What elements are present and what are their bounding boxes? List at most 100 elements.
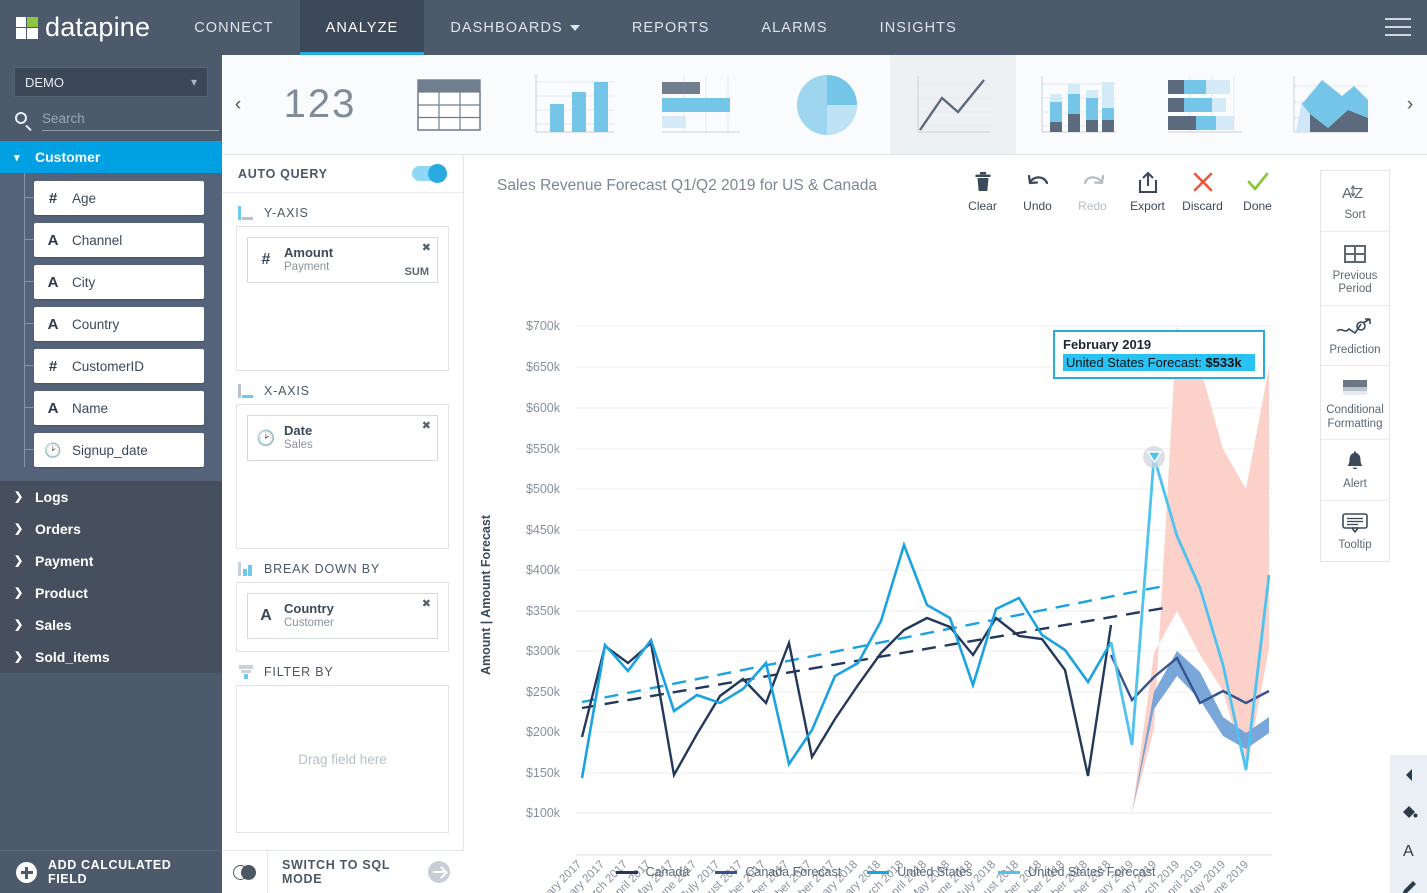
bar-chart-type[interactable] <box>638 55 764 154</box>
nav-reports[interactable]: REPORTS <box>606 0 736 55</box>
stacked-bar-chart-type[interactable] <box>1142 55 1268 154</box>
sidebar-group-product[interactable]: ❯ Product <box>0 577 222 609</box>
collapse-panel-icon[interactable] <box>1401 767 1417 788</box>
nav-dashboards-label: DASHBOARDS <box>450 19 563 36</box>
sidebar-group-sales[interactable]: ❯ Sales <box>0 609 222 641</box>
chevron-down-icon: ▾ <box>190 75 197 89</box>
svg-text:$600k: $600k <box>526 401 561 415</box>
undo-button[interactable]: Undo <box>1010 167 1065 213</box>
legend-item-united-states[interactable]: United States <box>867 865 972 879</box>
break-down-dropzone[interactable]: A Country Customer ✖ <box>236 582 449 652</box>
export-button[interactable]: Export <box>1120 167 1175 213</box>
chevron-right-icon: ❯ <box>14 491 24 503</box>
chip-date[interactable]: 🕑 Date Sales ✖ <box>247 415 438 461</box>
sort-tool[interactable]: A Z Sort <box>1321 171 1389 232</box>
svg-text:$100k: $100k <box>526 806 561 820</box>
legend-swatch <box>615 870 638 874</box>
auto-query-row: AUTO QUERY <box>222 155 463 193</box>
field-city[interactable]: A City <box>24 265 204 299</box>
pie-chart-type[interactable] <box>764 55 890 154</box>
join-mode-icon[interactable] <box>222 851 268 893</box>
chevron-down-icon <box>569 24 580 31</box>
undo-icon <box>1010 167 1065 197</box>
legend-swatch <box>867 870 890 874</box>
sort-az-icon: A Z <box>1323 180 1387 206</box>
svg-text:$550k: $550k <box>526 442 561 456</box>
hamburger-icon[interactable] <box>1385 18 1411 42</box>
tooltip-tool-label: Tooltip <box>1338 538 1372 551</box>
legend-item-canada[interactable]: Canada <box>615 865 689 879</box>
chevron-right-icon: ❯ <box>14 651 24 663</box>
sidebar-group-label: Orders <box>35 520 81 537</box>
nav-insights[interactable]: INSIGHTS <box>854 0 983 55</box>
nav-connect[interactable]: CONNECT <box>168 0 299 55</box>
table-chart-type[interactable] <box>386 55 512 154</box>
nav-dashboards[interactable]: DASHBOARDS <box>424 0 606 55</box>
table-icon <box>417 78 481 131</box>
sidebar-group-customer[interactable]: ▾ Customer <box>0 141 222 173</box>
x-axis-dropzone[interactable]: 🕑 Date Sales ✖ <box>236 404 449 549</box>
nav-analyze[interactable]: ANALYZE <box>299 0 425 55</box>
legend-item-united-states-forecast[interactable]: United States Forecast <box>998 865 1155 879</box>
switch-to-sql-mode-button[interactable]: SWITCH TO SQL MODE <box>268 858 428 886</box>
field-country[interactable]: A Country <box>24 307 204 341</box>
legend-item-canada-forecast[interactable]: Canada Forecast <box>715 865 841 879</box>
y-axis-dropzone[interactable]: # Amount Payment SUM ✖ <box>236 226 449 371</box>
sidebar-group-orders[interactable]: ❯ Orders <box>0 513 222 545</box>
field-age[interactable]: # Age <box>24 181 204 215</box>
arrow-right-icon[interactable] <box>428 861 450 883</box>
pencil-icon[interactable] <box>1400 879 1418 893</box>
database-selector[interactable]: DEMO ▾ <box>14 67 208 97</box>
fill-bucket-icon[interactable] <box>1400 803 1418 826</box>
text-format-icon[interactable]: A <box>1400 841 1418 864</box>
query-panel: AUTO QUERY Y-AXIS # Amount Payment SUM ✖… <box>222 155 464 850</box>
field-signup-date[interactable]: 🕑 Signup_date <box>24 433 204 467</box>
done-label: Done <box>1243 199 1272 213</box>
legend-label: United States <box>897 865 973 879</box>
line-chart-icon <box>917 75 990 132</box>
legend-swatch <box>998 870 1021 874</box>
chart-type-toolbar: ‹ 123 › <box>222 55 1427 155</box>
tooltip-series-label: United States Forecast: <box>1066 355 1206 370</box>
clock-icon: 🕑 <box>256 430 276 447</box>
field-customerid[interactable]: # CustomerID <box>24 349 204 383</box>
chip-country[interactable]: A Country Customer ✖ <box>247 593 438 639</box>
chart-title[interactable]: Sales Revenue Forecast Q1/Q2 2019 for US… <box>497 177 877 195</box>
number-chart-type[interactable]: 123 <box>254 55 386 154</box>
previous-period-tool[interactable]: Previous Period <box>1321 232 1389 306</box>
add-calculated-field-button[interactable]: ADD CALCULATED FIELD <box>0 850 222 893</box>
area-chart-type[interactable] <box>1268 55 1394 154</box>
auto-query-toggle[interactable] <box>412 164 447 183</box>
sidebar-group-sold-items[interactable]: ❯ Sold_items <box>0 641 222 673</box>
close-icon[interactable]: ✖ <box>422 419 431 432</box>
bell-icon <box>1323 449 1387 475</box>
chevron-right-icon[interactable]: › <box>1394 55 1426 154</box>
chip-amount[interactable]: # Amount Payment SUM ✖ <box>247 237 438 283</box>
redo-button[interactable]: Redo <box>1065 167 1120 213</box>
stacked-column-chart-type[interactable] <box>1016 55 1142 154</box>
field-name[interactable]: A Name <box>24 391 204 425</box>
alert-tool[interactable]: Alert <box>1321 440 1389 501</box>
sidebar-group-payment[interactable]: ❯ Payment <box>0 545 222 577</box>
prediction-tool[interactable]: Prediction <box>1321 306 1389 367</box>
nav-alarms[interactable]: ALARMS <box>735 0 853 55</box>
close-icon[interactable]: ✖ <box>422 241 431 254</box>
search-input[interactable] <box>42 109 219 131</box>
tooltip-tool[interactable]: Tooltip <box>1321 501 1389 561</box>
undo-label: Undo <box>1023 199 1052 213</box>
done-button[interactable]: Done <box>1230 167 1285 213</box>
redo-icon <box>1065 167 1120 197</box>
chevron-left-icon[interactable]: ‹ <box>222 55 254 154</box>
line-chart-type[interactable] <box>890 55 1016 154</box>
column-chart-type[interactable] <box>512 55 638 154</box>
filter-by-dropzone[interactable]: Drag field here <box>236 685 449 833</box>
discard-button[interactable]: Discard <box>1175 167 1230 213</box>
sidebar-group-logs[interactable]: ❯ Logs <box>0 481 222 513</box>
export-icon <box>1120 167 1175 197</box>
field-channel[interactable]: A Channel <box>24 223 204 257</box>
chip-aggregation[interactable]: SUM <box>405 266 429 278</box>
close-icon[interactable]: ✖ <box>422 597 431 610</box>
clear-button[interactable]: Clear <box>955 167 1010 213</box>
conditional-formatting-tool[interactable]: Conditional Formatting <box>1321 366 1389 441</box>
brand-logo[interactable]: datapine <box>0 0 168 55</box>
